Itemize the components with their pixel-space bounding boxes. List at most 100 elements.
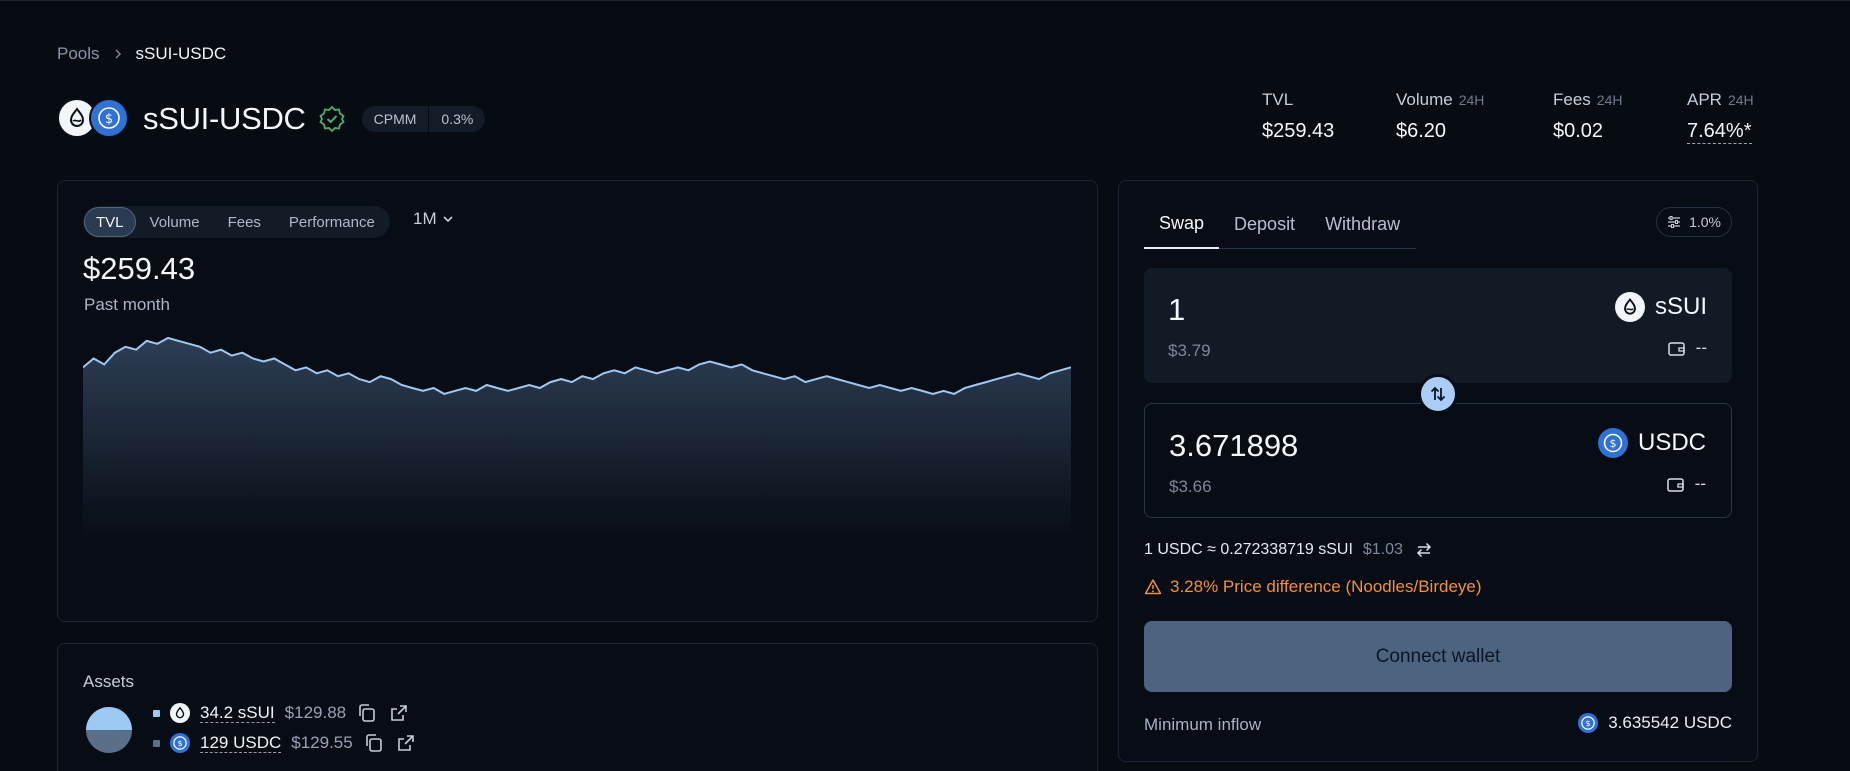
external-link-icon[interactable]	[388, 702, 410, 724]
sui-drop-icon	[1614, 292, 1645, 322]
exchange-rate: 1 USDC ≈ 0.272338719 sSUI $1.03	[1144, 541, 1433, 559]
stat-apr-label: APR 24H	[1687, 90, 1754, 109]
usdc-icon: $	[1597, 428, 1628, 458]
from-amount-input[interactable]: 1	[1168, 292, 1185, 328]
warning-triangle-icon	[1144, 579, 1162, 595]
from-token-selector[interactable]: sSUI	[1614, 292, 1707, 322]
from-token-box: 1 $3.79 sSUI --	[1144, 268, 1732, 383]
to-token-selector[interactable]: $ USDC	[1597, 428, 1706, 458]
wallet-icon	[1666, 477, 1684, 492]
copy-icon[interactable]	[363, 732, 385, 754]
tab-performance[interactable]: Performance	[275, 207, 389, 237]
asset-usd: $129.55	[291, 733, 353, 752]
asset-amount[interactable]: 34.2 sSUI	[200, 703, 275, 724]
to-token-box: 3.671898 $3.66 $ USDC --	[1144, 403, 1732, 518]
to-balance: --	[1666, 474, 1706, 494]
swap-arrows-icon	[1430, 386, 1446, 402]
legend-swatch	[153, 709, 160, 717]
pool-type-tag: CPMM	[373, 111, 417, 127]
from-balance: --	[1667, 338, 1707, 358]
sui-drop-icon	[170, 703, 190, 723]
legend-swatch	[153, 739, 160, 747]
stat-volume-label: Volume 24H	[1396, 90, 1485, 109]
tvl-area-chart	[83, 336, 1071, 541]
tab-fees[interactable]: Fees	[214, 207, 275, 237]
minimum-inflow-value: $ 3.635542 USDC	[1578, 713, 1732, 733]
pool-tags: CPMM 0.3%	[361, 106, 486, 132]
svg-text:$: $	[177, 739, 182, 748]
breadcrumb-pools-link[interactable]: Pools	[57, 44, 100, 64]
svg-text:$: $	[1586, 719, 1591, 728]
usdc-icon: $	[170, 733, 190, 753]
price-warning: 3.28% Price difference (Noodles/Birdeye)	[1144, 577, 1482, 597]
stat-tvl: TVL $259.43	[1262, 90, 1334, 143]
slippage-button[interactable]: 1.0%	[1656, 207, 1732, 237]
assets-title: Assets	[83, 672, 135, 691]
swap-card: Swap Deposit Withdraw 1.0% 1 $3.79 sSUI …	[1118, 180, 1758, 762]
breadcrumb: Pools sSUI-USDC	[57, 44, 226, 64]
pool-fee-tag: 0.3%	[441, 111, 474, 127]
pool-header: $ sSUI-USDC CPMM 0.3%	[57, 98, 486, 140]
top-border	[0, 0, 1850, 3]
pie-slice-0	[86, 707, 132, 731]
stat-tvl-label: TVL	[1262, 90, 1294, 109]
stat-volume: Volume 24H $6.20	[1396, 90, 1484, 143]
verified-check-icon	[318, 105, 346, 133]
stat-apr-value[interactable]: 7.64%*	[1687, 120, 1752, 144]
chevron-down-icon	[443, 216, 453, 223]
pair-icons: $	[57, 98, 131, 140]
stat-fees-value: $0.02	[1553, 120, 1604, 142]
asset-row-usdc: $ 129 USDC $129.55	[153, 731, 417, 755]
price-warning-text: 3.28% Price difference (Noodles/Birdeye)	[1170, 577, 1482, 596]
tab-tvl[interactable]: TVL	[84, 207, 136, 237]
from-usd-value: $3.79	[1168, 341, 1211, 360]
copy-icon[interactable]	[356, 702, 378, 724]
tab-withdraw[interactable]: Withdraw	[1310, 199, 1415, 249]
chevron-right-icon	[112, 48, 124, 60]
to-balance-value: --	[1694, 474, 1706, 493]
svg-text:$: $	[105, 112, 113, 127]
assets-pie-chart	[86, 707, 132, 754]
minimum-inflow-amount: 3.635542 USDC	[1608, 713, 1732, 732]
external-link-icon[interactable]	[395, 732, 417, 754]
tvl-area-fill	[83, 337, 1071, 541]
invert-rate-icon[interactable]	[1415, 541, 1433, 559]
swap-tabs: Swap Deposit Withdraw	[1144, 199, 1416, 249]
tab-deposit[interactable]: Deposit	[1219, 199, 1310, 249]
range-dropdown[interactable]: 1M	[413, 209, 455, 229]
stat-tvl-value: $259.43	[1262, 120, 1335, 142]
to-token-symbol: USDC	[1637, 429, 1706, 456]
rate-text: 1 USDC ≈ 0.272338719 sSUI	[1144, 541, 1353, 558]
chart-subtitle: Past month	[84, 295, 170, 314]
asset-usd: $129.88	[284, 703, 347, 722]
tab-volume[interactable]: Volume	[136, 207, 214, 237]
usdc-icon: $	[89, 98, 129, 138]
stat-fees: Fees 24H $0.02	[1553, 90, 1622, 143]
tab-swap[interactable]: Swap	[1144, 199, 1220, 249]
pie-slice-1	[86, 730, 132, 754]
from-balance-value: --	[1695, 338, 1707, 357]
chart-metric-tabs: TVL Volume Fees Performance	[83, 206, 390, 238]
stat-apr: APR 24H 7.64%*	[1687, 90, 1754, 144]
swap-direction-button[interactable]	[1418, 374, 1458, 414]
chart-headline-value: $259.43	[83, 251, 196, 286]
usdc-icon: $	[1578, 713, 1599, 733]
page-title: sSUI-USDC	[143, 101, 306, 136]
range-label: 1M	[413, 209, 437, 228]
to-usd-value: $3.66	[1169, 477, 1212, 496]
slippage-value: 1.0%	[1689, 214, 1721, 230]
wallet-icon	[1667, 341, 1685, 356]
asset-amount[interactable]: 129 USDC	[200, 733, 282, 754]
rate-usd: $1.03	[1362, 541, 1403, 558]
connect-wallet-button[interactable]: Connect wallet	[1144, 621, 1732, 692]
minimum-inflow-label: Minimum inflow	[1144, 715, 1262, 734]
svg-text:$: $	[1609, 437, 1616, 450]
stat-fees-label: Fees 24H	[1553, 90, 1623, 109]
asset-row-ssui: 34.2 sSUI $129.88	[153, 701, 410, 725]
chart-card: TVL Volume Fees Performance 1M $259.43 P…	[57, 180, 1098, 622]
breadcrumb-current: sSUI-USDC	[135, 44, 227, 63]
stat-volume-value: $6.20	[1396, 120, 1447, 142]
from-token-symbol: sSUI	[1654, 293, 1707, 320]
assets-card: Assets 34.2 sSUI $129.88 $ 129 USDC $129…	[57, 643, 1098, 771]
to-amount-value: 3.671898	[1169, 428, 1299, 463]
